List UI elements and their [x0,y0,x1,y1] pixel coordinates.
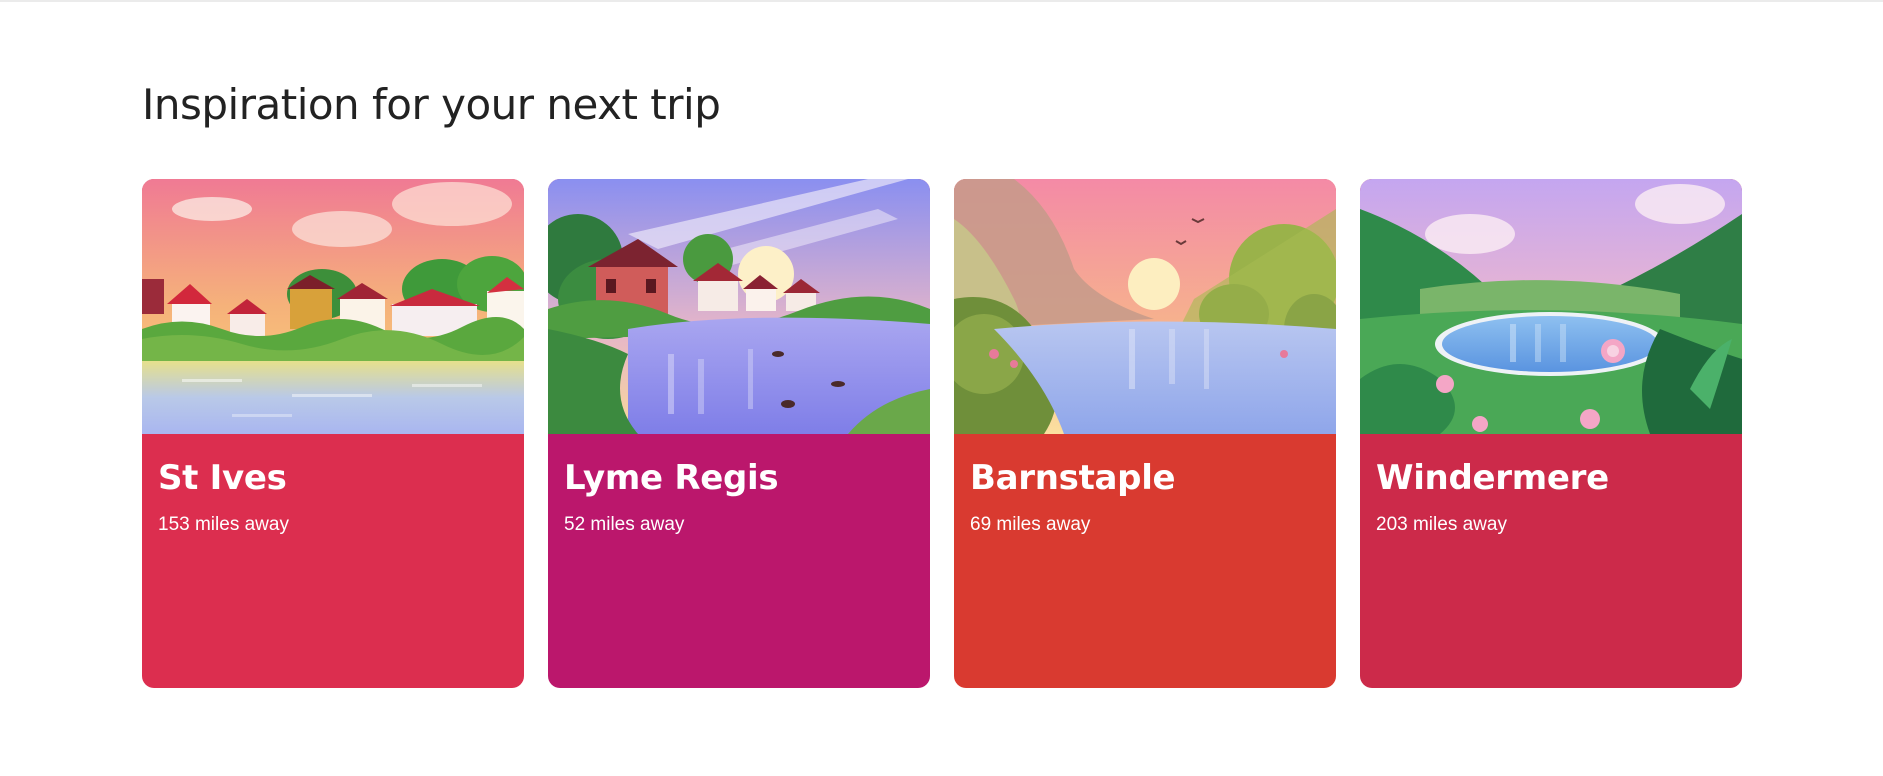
destination-distance: 153 miles away [158,514,289,535]
destination-name: Windermere [1376,458,1609,498]
card-info: Windermere 203 miles away [1360,434,1742,560]
destination-distance: 203 miles away [1376,514,1507,535]
st-ives-illustration [142,179,524,434]
destination-card-lyme-regis[interactable]: Lyme Regis 52 miles away [548,179,930,688]
top-divider [0,0,1883,2]
destination-card-barnstaple[interactable]: Barnstaple 69 miles away [954,179,1336,688]
destination-card-windermere[interactable]: Windermere 203 miles away [1360,179,1742,688]
destination-distance: 69 miles away [970,514,1091,535]
card-info: St Ives 153 miles away [142,434,524,560]
destination-distance: 52 miles away [564,514,685,535]
destination-name: St Ives [158,458,287,498]
inspiration-cards: St Ives 153 miles away Lyme Regis 52 mil… [142,179,1742,688]
section-title: Inspiration for your next trip [142,80,721,129]
destination-card-st-ives[interactable]: St Ives 153 miles away [142,179,524,688]
windermere-illustration [1360,179,1742,434]
lyme-regis-illustration [548,179,930,434]
destination-name: Lyme Regis [564,458,779,498]
destination-name: Barnstaple [970,458,1176,498]
card-info: Lyme Regis 52 miles away [548,434,930,560]
card-info: Barnstaple 69 miles away [954,434,1336,560]
barnstaple-illustration [954,179,1336,434]
